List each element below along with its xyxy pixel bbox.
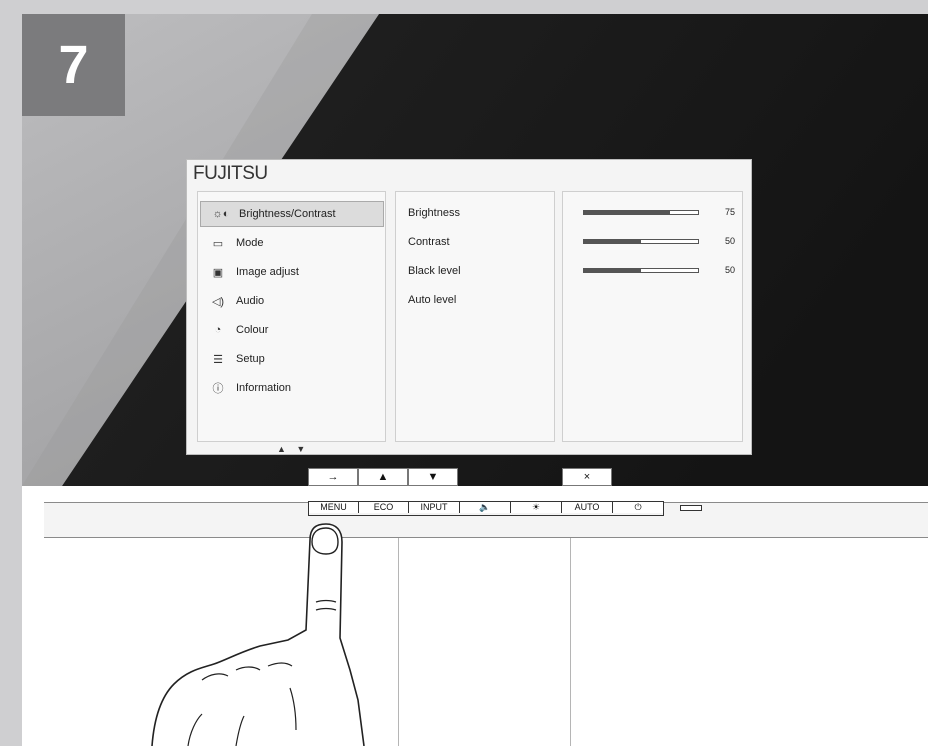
power-led-indicator	[680, 505, 702, 511]
osd-value-panel: 75 50 50	[562, 191, 743, 442]
slider-track	[583, 268, 699, 273]
softkey-close[interactable]: ×	[562, 468, 612, 486]
auto-button[interactable]: AUTO	[562, 502, 613, 513]
black-level-slider[interactable]: 50	[583, 265, 735, 277]
menu-item-colour[interactable]: ◔ Colour	[198, 317, 387, 343]
contrast-slider[interactable]: 50	[583, 236, 735, 248]
menu-item-information[interactable]: ⓘ Information	[198, 375, 387, 401]
submenu-contrast[interactable]: Contrast	[408, 236, 450, 248]
menu-item-label: Setup	[236, 353, 265, 365]
colour-palette-icon: ◔	[214, 324, 222, 336]
eco-button[interactable]: ECO	[359, 502, 409, 513]
menu-item-label: Image adjust	[236, 266, 299, 278]
setup-sliders-icon: ☰	[213, 353, 223, 366]
brightness-button[interactable]: ☀	[511, 502, 562, 513]
up-down-navigation-hint: ▲ ▼	[277, 444, 310, 454]
menu-button[interactable]: MENU	[309, 502, 359, 513]
menu-item-brightness-contrast[interactable]: ☼◐ Brightness/Contrast	[200, 201, 384, 227]
slider-fill	[584, 269, 641, 272]
fujitsu-logo: FUJITSU	[193, 163, 268, 184]
menu-item-label: Mode	[236, 237, 264, 249]
softkey-enter-arrow[interactable]: →	[308, 468, 358, 486]
volume-button[interactable]: 🔈	[460, 502, 511, 513]
menu-item-audio[interactable]: ◁) Audio	[198, 288, 387, 314]
image-adjust-icon: ▣	[212, 266, 224, 279]
input-button[interactable]: INPUT	[409, 502, 460, 513]
osd-main-menu: ☼◐ Brightness/Contrast ▭ Mode ▣ Image ad…	[197, 191, 386, 442]
information-icon: ⓘ	[212, 383, 224, 395]
step-number-badge: 7	[22, 14, 125, 116]
stand-edge-left	[398, 538, 399, 746]
menu-item-label: Colour	[236, 324, 269, 336]
speaker-icon: ◁)	[211, 295, 225, 308]
menu-item-setup[interactable]: ☰ Setup	[198, 346, 387, 372]
illustration: 7 FUJITSU ☼◐ Brightness/Contrast ▭ Mode …	[0, 0, 928, 746]
slider-value: 50	[724, 265, 735, 275]
slider-track	[583, 239, 699, 244]
menu-item-image-adjust[interactable]: ▣ Image adjust	[198, 259, 387, 285]
submenu-black-level[interactable]: Black level	[408, 265, 461, 277]
osd-menu-window: FUJITSU ☼◐ Brightness/Contrast ▭ Mode ▣ …	[186, 159, 752, 455]
softkey-up[interactable]: ▲	[358, 468, 408, 486]
slider-value: 50	[724, 236, 735, 246]
brightness-slider[interactable]: 75	[583, 207, 735, 219]
osd-submenu: Brightness Contrast Black level Auto lev…	[395, 191, 555, 442]
stand-edge-right	[570, 538, 571, 746]
menu-item-label: Audio	[236, 295, 265, 307]
slider-value: 75	[724, 207, 735, 217]
hand-pressing-menu-icon	[151, 523, 365, 746]
mode-icon: ▭	[212, 237, 224, 250]
menu-item-mode[interactable]: ▭ Mode	[198, 230, 387, 256]
slider-fill	[584, 211, 670, 214]
slider-fill	[584, 240, 641, 243]
softkey-down[interactable]: ▼	[408, 468, 458, 486]
menu-item-label: Information	[236, 382, 292, 394]
monitor-button-strip: MENU ECO INPUT 🔈 ☀ AUTO ⏻	[308, 501, 664, 516]
menu-item-label: Brightness/Contrast	[239, 208, 336, 220]
submenu-brightness[interactable]: Brightness	[408, 207, 460, 219]
slider-track	[583, 210, 699, 215]
submenu-auto-level[interactable]: Auto level	[408, 294, 456, 306]
power-button[interactable]: ⏻	[613, 502, 663, 513]
brightness-contrast-icon: ☼◐	[212, 208, 230, 220]
